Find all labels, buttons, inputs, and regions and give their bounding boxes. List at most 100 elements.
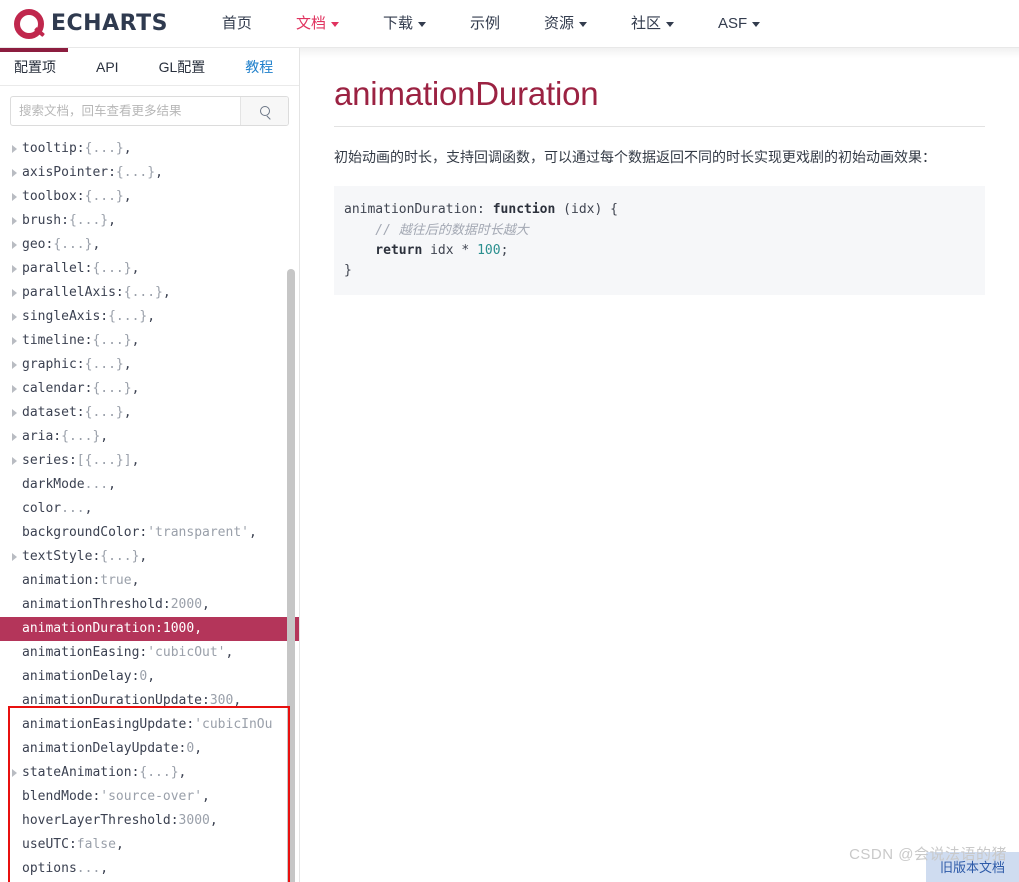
- option-tree-row[interactable]: blendMode: 'source-over' ,: [0, 785, 299, 809]
- option-punctuation: ,: [233, 693, 242, 708]
- option-tree-row[interactable]: darkMode ... ,: [0, 473, 299, 497]
- option-tree-row[interactable]: animationDelay: 0 ,: [0, 665, 299, 689]
- option-value: ...: [61, 501, 85, 516]
- option-value: {...}: [108, 309, 148, 324]
- option-key: geo:: [22, 237, 54, 252]
- sidebar-tab-0[interactable]: 配置项: [12, 57, 70, 77]
- chevron-down-icon: [330, 22, 339, 27]
- option-tree-row[interactable]: options ... ,: [0, 857, 299, 881]
- code-comment: // 越往后的数据时长越大: [344, 222, 529, 238]
- option-tree-row[interactable]: timeline: {...} ,: [0, 329, 299, 353]
- option-key: toolbox:: [22, 189, 85, 204]
- code-line3-expr: idx *: [422, 242, 478, 258]
- option-tree-row[interactable]: parallel: {...} ,: [0, 257, 299, 281]
- sidebar-tab-2[interactable]: GL配置: [157, 57, 220, 77]
- option-key: animation:: [22, 573, 101, 588]
- option-punctuation: ,: [248, 525, 257, 540]
- option-value: {...}: [53, 237, 93, 252]
- option-tree-row[interactable]: animationDurationUpdate: 300 ,: [0, 689, 299, 713]
- nav-item-label: 资源: [543, 14, 574, 32]
- nav-item-6[interactable]: ASF: [696, 0, 782, 48]
- sidebar-scrollbar-thumb[interactable]: [287, 269, 295, 882]
- option-key: hoverLayerThreshold:: [22, 813, 179, 828]
- option-tree: tooltip: {...} , axisPointer: {...} , tool…: [0, 134, 299, 882]
- old-version-docs-button[interactable]: 旧版本文档: [925, 852, 1019, 882]
- option-punctuation: ,: [115, 837, 124, 852]
- option-punctuation: ,: [194, 621, 203, 636]
- option-tree-row[interactable]: series: [{...}] ,: [0, 449, 299, 473]
- option-punctuation: ,: [108, 213, 116, 228]
- option-punctuation: ,: [131, 333, 140, 348]
- option-tree-row[interactable]: color ... ,: [0, 497, 299, 521]
- sidebar-tab-1[interactable]: API: [94, 59, 133, 75]
- option-key: blendMode:: [22, 789, 101, 804]
- option-value: 1000: [162, 621, 195, 636]
- option-value: {...}: [92, 261, 132, 276]
- option-punctuation: ,: [131, 381, 140, 396]
- top-navigation-bar: ECHARTS 首页 文档 下载 示例 资源 社区 ASF: [0, 0, 1019, 48]
- option-value: true: [100, 573, 132, 588]
- search-input[interactable]: [11, 97, 240, 125]
- sidebar-tabs: 配置项 API GL配置 教程: [0, 48, 299, 86]
- option-tree-row[interactable]: stateAnimation: {...} ,: [0, 761, 299, 785]
- nav-item-5[interactable]: 社区: [609, 0, 696, 48]
- option-tree-row[interactable]: parallelAxis: {...} ,: [0, 281, 299, 305]
- option-punctuation: ,: [108, 477, 116, 492]
- option-tree-row[interactable]: animationDelayUpdate: 0 ,: [0, 737, 299, 761]
- search-button[interactable]: [240, 97, 288, 125]
- option-tree-row-selected[interactable]: animationDuration: 1000 ,: [0, 617, 299, 641]
- option-tree-row[interactable]: animationThreshold: 2000 ,: [0, 593, 299, 617]
- nav-item-1[interactable]: 文档: [274, 0, 361, 48]
- page-description: 初始动画的时长，支持回调函数，可以通过每个数据返回不同的时长实现更戏剧的初始动画…: [334, 149, 936, 165]
- option-tree-row[interactable]: aria: {...} ,: [0, 425, 299, 449]
- sidebar-scrollbar-track[interactable]: [287, 134, 295, 882]
- option-tree-row[interactable]: backgroundColor: 'transparent' ,: [0, 521, 299, 545]
- echarts-logo-text: ECHARTS: [51, 11, 168, 36]
- option-value: {...}: [92, 381, 132, 396]
- option-key: animationEasingUpdate:: [22, 717, 195, 732]
- option-tree-row[interactable]: axisPointer: {...} ,: [0, 161, 299, 185]
- option-tree-row[interactable]: toolbox: {...} ,: [0, 185, 299, 209]
- nav-item-3[interactable]: 示例: [448, 0, 522, 48]
- option-punctuation: ,: [131, 261, 140, 276]
- sidebar-tab-3[interactable]: 教程: [243, 57, 287, 77]
- echarts-logo[interactable]: ECHARTS: [14, 8, 168, 39]
- chevron-down-icon: [752, 22, 761, 27]
- option-tree-row[interactable]: dataset: {...} ,: [0, 401, 299, 425]
- option-punctuation: ,: [139, 549, 148, 564]
- option-value: ...: [76, 861, 101, 876]
- nav-item-0[interactable]: 首页: [200, 0, 274, 48]
- nav-item-4[interactable]: 资源: [522, 0, 609, 48]
- option-tree-row[interactable]: brush: {...} ,: [0, 209, 299, 233]
- option-key: stateAnimation:: [22, 765, 140, 780]
- nav-item-2[interactable]: 下载: [361, 0, 448, 48]
- search-box[interactable]: [10, 96, 289, 126]
- option-key: darkMode: [22, 477, 85, 492]
- option-key: animationDelay:: [22, 669, 140, 684]
- option-key: useUTC:: [22, 837, 77, 852]
- option-tree-row[interactable]: tooltip: {...} ,: [0, 137, 299, 161]
- option-value: {...}: [139, 765, 179, 780]
- option-tree-row[interactable]: singleAxis: {...} ,: [0, 305, 299, 329]
- option-key: options: [22, 861, 77, 876]
- content-top-shadow: [300, 48, 1019, 58]
- option-key: axisPointer:: [22, 165, 116, 180]
- option-punctuation: ,: [100, 429, 109, 444]
- option-key: aria:: [22, 429, 62, 444]
- option-tree-row[interactable]: geo: {...} ,: [0, 233, 299, 257]
- option-tree-row[interactable]: graphic: {...} ,: [0, 353, 299, 377]
- option-value: 'transparent': [147, 525, 249, 540]
- option-tree-row[interactable]: animationEasing: 'cubicOut' ,: [0, 641, 299, 665]
- option-tree-row[interactable]: animation: true ,: [0, 569, 299, 593]
- option-value: {...}: [100, 549, 140, 564]
- option-key: calendar:: [22, 381, 93, 396]
- active-tab-indicator: [0, 48, 68, 52]
- option-tree-row[interactable]: calendar: {...} ,: [0, 377, 299, 401]
- option-key: parallelAxis:: [22, 285, 124, 300]
- code-line4: }: [344, 262, 352, 278]
- option-tree-row[interactable]: textStyle: {...} ,: [0, 545, 299, 569]
- option-tree-row[interactable]: useUTC: false ,: [0, 833, 299, 857]
- option-tree-row[interactable]: animationEasingUpdate: 'cubicInOu: [0, 713, 299, 737]
- option-tree-rows: tooltip: {...} , axisPointer: {...} , tool…: [0, 137, 299, 881]
- option-tree-row[interactable]: hoverLayerThreshold: 3000 ,: [0, 809, 299, 833]
